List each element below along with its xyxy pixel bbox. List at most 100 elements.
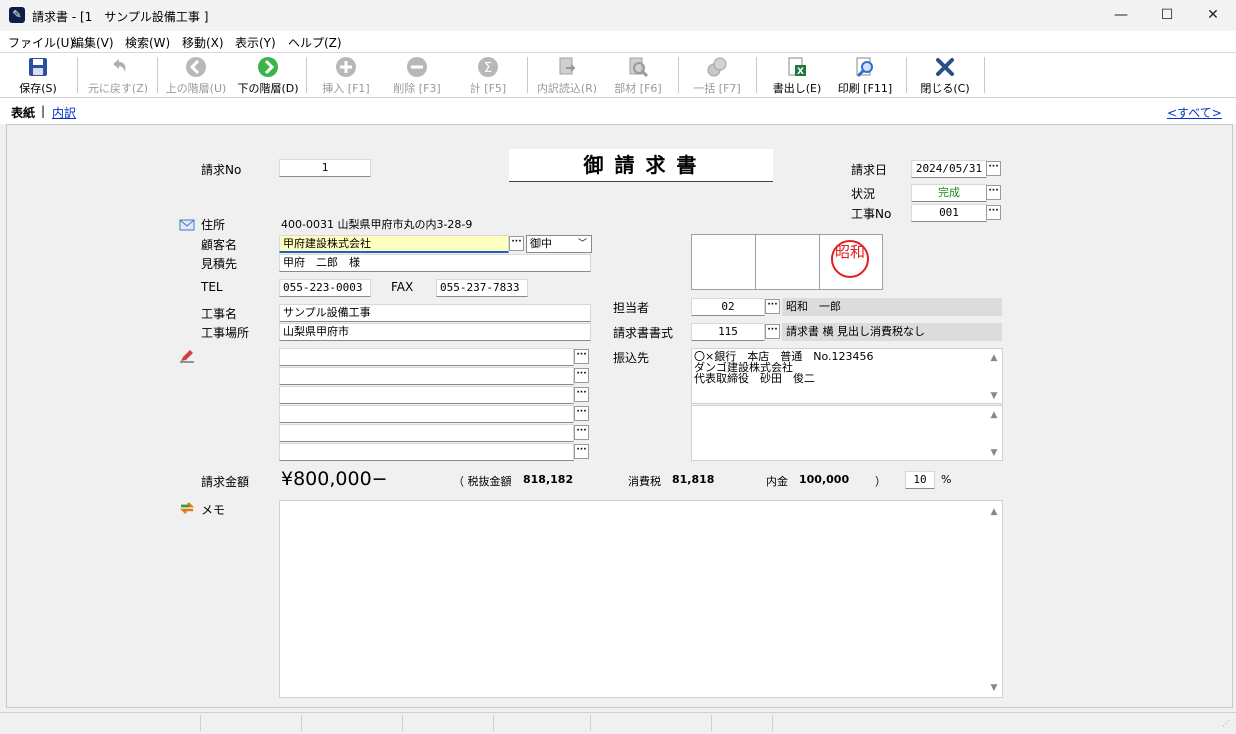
document-title: 御 請 求 書: [509, 149, 773, 182]
undo-button[interactable]: 元に戻す(Z): [83, 53, 153, 97]
staff-picker-button[interactable]: ···: [765, 299, 780, 314]
format-code-field[interactable]: 115: [691, 323, 765, 341]
cover-form-panel: 請求No 1 御 請 求 書 請求日 2024/05/31 ··· 状況 完成 …: [6, 124, 1233, 708]
pretax-amount: 818,182: [523, 473, 574, 486]
address-value: 400-0031 山梨県甲府市丸の内3-28-9: [281, 218, 473, 231]
tax-rate-field[interactable]: 10: [905, 471, 935, 489]
note-line-1-picker[interactable]: ···: [574, 349, 589, 364]
note-line-2[interactable]: [279, 367, 574, 385]
project-name-field[interactable]: サンプル設備工事: [279, 304, 591, 322]
stamp-divider: [755, 235, 756, 289]
status-picker-button[interactable]: ···: [986, 185, 1001, 200]
status-cell: [0, 715, 201, 731]
approval-stamp-boxes: 昭和: [691, 234, 883, 290]
sigma-circle-icon: Σ: [478, 57, 498, 77]
deposit-amount: 100,000: [799, 473, 850, 486]
honorific-select[interactable]: 御中 ﹀: [526, 235, 592, 253]
parts-button[interactable]: 部材 [F6]: [608, 53, 668, 97]
scroll-down-icon[interactable]: ▼: [987, 683, 1001, 693]
note-line-6[interactable]: [279, 443, 574, 461]
scroll-up-icon[interactable]: ▲: [987, 410, 1001, 420]
toolbar-separator: [77, 57, 78, 93]
invoice-date-field[interactable]: 2024/05/31: [911, 160, 987, 178]
envelope-icon[interactable]: [179, 217, 195, 231]
tax-label: 消費税: [628, 475, 661, 488]
minimize-button[interactable]: —: [1098, 0, 1144, 31]
toolbar-separator: [906, 57, 907, 93]
status-field[interactable]: 完成: [911, 184, 987, 202]
note-line-6-picker[interactable]: ···: [574, 444, 589, 459]
tab-detail[interactable]: 内訳: [52, 104, 76, 121]
quote-to-field[interactable]: 甲府 二郎 様: [279, 254, 591, 272]
print-button[interactable]: 印刷 [F11]: [832, 53, 898, 97]
menu-move[interactable]: 移動(X): [182, 34, 224, 51]
maximize-button[interactable]: ☐: [1144, 0, 1190, 31]
show-all-link[interactable]: <すべて>: [1167, 104, 1222, 121]
note-line-5-picker[interactable]: ···: [574, 425, 589, 440]
tab-cover[interactable]: 表紙: [11, 104, 35, 121]
pretax-label: （ 税抜金額: [453, 475, 512, 488]
bank-textarea-2[interactable]: ▲ ▼: [691, 405, 1003, 461]
note-line-5[interactable]: [279, 424, 574, 442]
tel-field[interactable]: 055-223-0003: [279, 279, 371, 297]
toolbar-separator: [984, 57, 985, 93]
save-button[interactable]: 保存(S): [10, 53, 66, 97]
toolbar: 保存(S) 元に戻す(Z) 上の階層(U) 下の階層(D) 挿入 [F1] 削除…: [0, 53, 1236, 98]
scroll-down-icon[interactable]: ▼: [987, 448, 1001, 458]
invoice-date-picker-button[interactable]: ···: [986, 161, 1001, 176]
bulk-button[interactable]: 一括 [F7]: [686, 53, 748, 97]
memo-label: メモ: [201, 503, 226, 517]
staff-name-display: 昭和 一郎: [782, 298, 1002, 316]
chevron-down-icon: ﹀: [577, 239, 587, 249]
insert-button[interactable]: 挿入 [F1]: [316, 53, 376, 97]
customer-picker-button[interactable]: ···: [509, 236, 524, 251]
import-detail-button[interactable]: 内訳読込(R): [532, 53, 602, 97]
menu-help[interactable]: ヘルプ(Z): [288, 34, 342, 51]
pencil-icon[interactable]: [179, 349, 195, 363]
menu-view[interactable]: 表示(Y): [235, 34, 276, 51]
window-title: 請求書 - [1 サンプル設備工事 ]: [32, 10, 209, 24]
resize-grip-icon[interactable]: ⋰: [1222, 719, 1232, 729]
status-cell: [591, 715, 712, 731]
undo-icon: [113, 59, 126, 72]
scroll-down-icon[interactable]: ▼: [987, 391, 1001, 402]
sum-button[interactable]: Σ 計 [F5]: [462, 53, 514, 97]
format-picker-button[interactable]: ···: [765, 324, 780, 339]
scroll-up-icon[interactable]: ▲: [987, 507, 1001, 517]
down-level-button[interactable]: 下の階層(D): [234, 53, 302, 97]
stamp-divider: [819, 235, 820, 289]
seal-stamp[interactable]: 昭和: [831, 240, 869, 278]
arrow-right-circle-icon: [258, 57, 278, 77]
project-site-field[interactable]: 山梨県甲府市: [279, 323, 591, 341]
note-line-4[interactable]: [279, 405, 574, 423]
up-level-button[interactable]: 上の階層(U): [160, 53, 232, 97]
scroll-up-icon[interactable]: ▲: [987, 353, 1001, 364]
bank-line-3: 代表取締役 砂田 俊二: [694, 372, 815, 385]
note-line-2-picker[interactable]: ···: [574, 368, 589, 383]
delete-button[interactable]: 削除 [F3]: [386, 53, 448, 97]
close-window-button[interactable]: ✕: [1190, 0, 1236, 31]
bank-textarea[interactable]: 〇×銀行 本店 普通 No.123456 ダンゴ建設株式会社 代表取締役 砂田 …: [691, 348, 1003, 404]
close-button[interactable]: 閉じる(C): [914, 53, 976, 97]
magnifier-document-icon: [629, 57, 649, 78]
customer-name-field[interactable]: 甲府建設株式会社: [279, 235, 509, 253]
invoice-no-field[interactable]: 1: [279, 159, 371, 177]
menu-file[interactable]: ファイル(U): [8, 34, 74, 51]
menu-edit[interactable]: 編集(V): [72, 34, 114, 51]
app-icon[interactable]: ✎: [9, 7, 25, 23]
sync-arrows-icon[interactable]: [179, 501, 195, 515]
project-no-field[interactable]: 001: [911, 204, 987, 222]
title-bar: ✎ 請求書 - [1 サンプル設備工事 ] — ☐ ✕: [0, 0, 1236, 32]
fax-field[interactable]: 055-237-7833: [436, 279, 528, 297]
percent-label: %: [941, 473, 952, 486]
menu-search[interactable]: 検索(W): [125, 34, 170, 51]
project-no-picker-button[interactable]: ···: [986, 205, 1001, 220]
invoice-amount-label: 請求金額: [201, 475, 250, 489]
note-line-3-picker[interactable]: ···: [574, 387, 589, 402]
note-line-1[interactable]: [279, 348, 574, 366]
memo-textarea[interactable]: ▲ ▼: [279, 500, 1003, 698]
staff-code-field[interactable]: 02: [691, 298, 765, 316]
note-line-3[interactable]: [279, 386, 574, 404]
export-button[interactable]: X 書出し(E): [768, 53, 826, 97]
note-line-4-picker[interactable]: ···: [574, 406, 589, 421]
